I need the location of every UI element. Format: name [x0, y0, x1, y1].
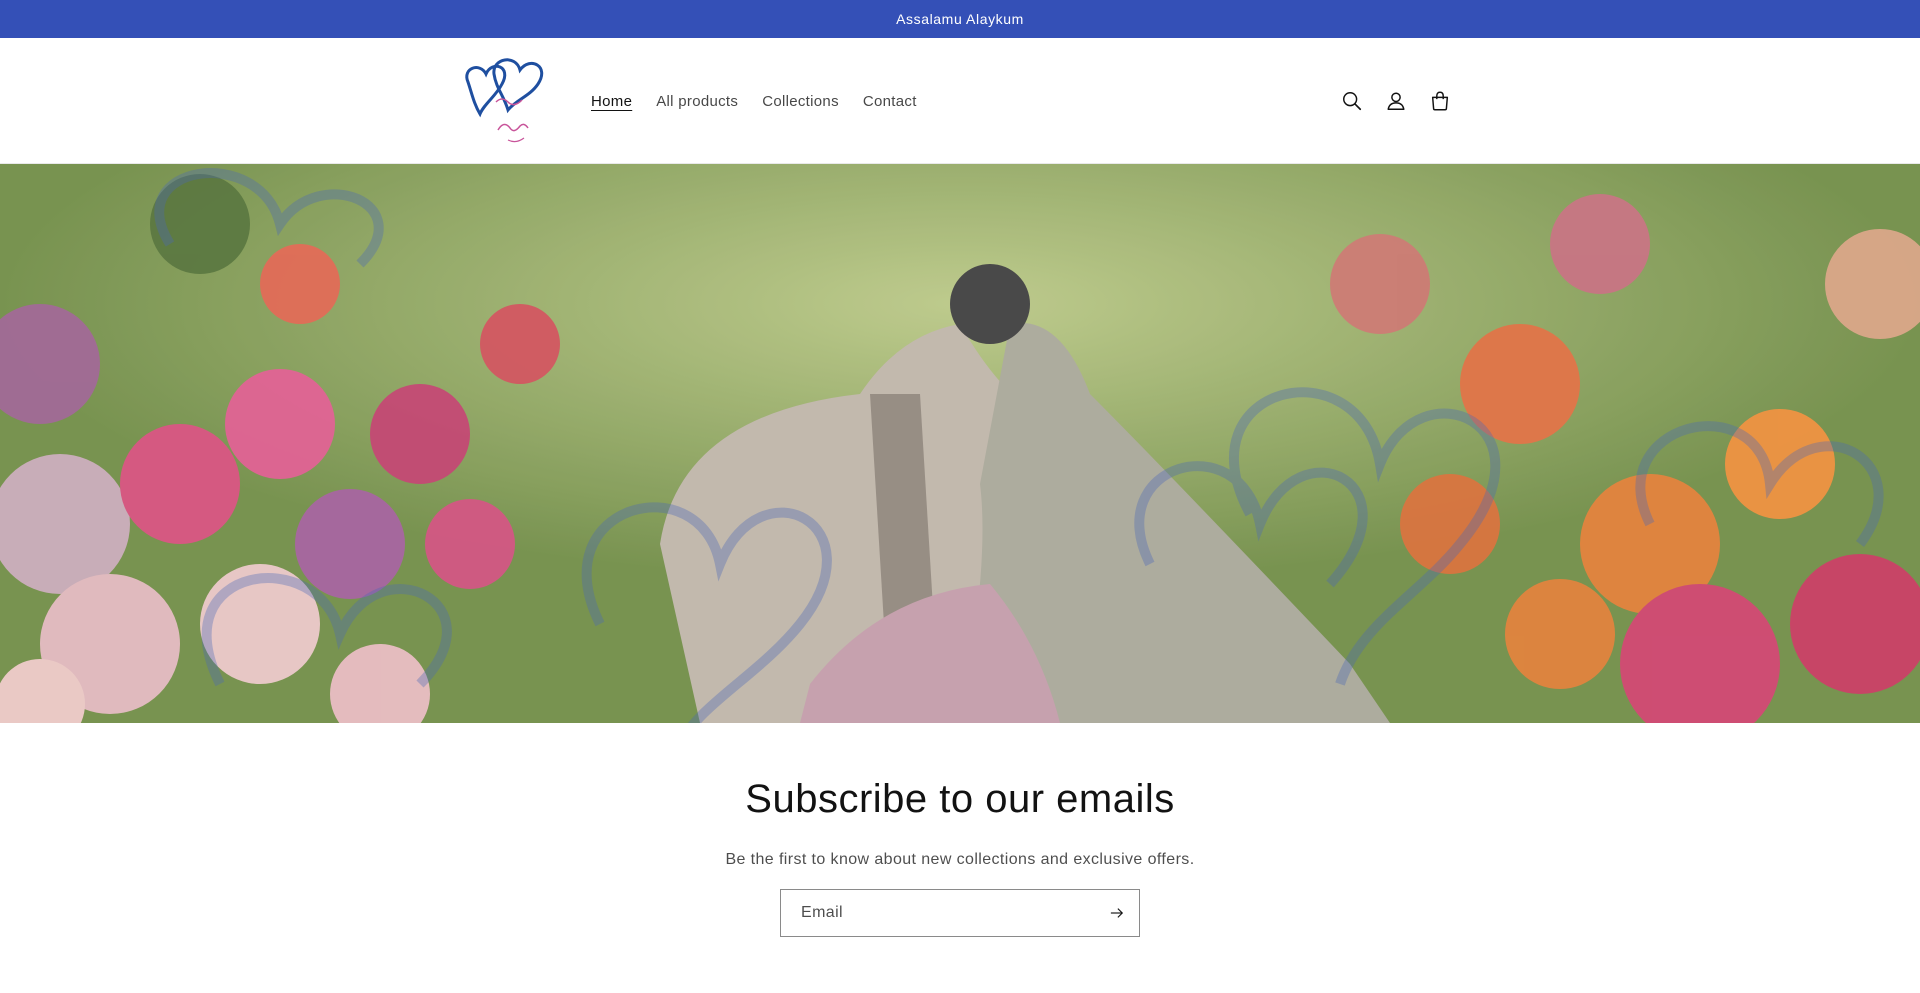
nav-contact[interactable]: Contact [851, 93, 929, 110]
nav-collections[interactable]: Collections [750, 93, 851, 110]
site-header: Home All products Collections Contact [0, 38, 1920, 164]
cart-icon [1431, 91, 1449, 111]
hero-banner[interactable] [0, 164, 1920, 723]
newsletter-title: Subscribe to our emails [745, 777, 1175, 821]
subscribe-button[interactable] [1095, 890, 1139, 936]
main-nav: Home All products Collections Contact [579, 38, 929, 164]
announcement-bar: Assalamu Alaykum [0, 0, 1920, 38]
announcement-text: Assalamu Alaykum [896, 11, 1024, 27]
logo[interactable] [458, 52, 546, 148]
newsletter-form [780, 889, 1140, 937]
header-icons [1330, 38, 1462, 164]
newsletter-text: Be the first to know about new collectio… [725, 851, 1195, 868]
newsletter-section: Subscribe to our emails Be the first to … [0, 723, 1920, 993]
nav-home[interactable]: Home [579, 93, 644, 110]
nav-all-products[interactable]: All products [644, 93, 750, 110]
search-button[interactable] [1330, 79, 1374, 123]
search-icon [1343, 92, 1362, 111]
account-button[interactable] [1374, 79, 1418, 123]
arrow-right-icon [1110, 908, 1124, 918]
hero-image [0, 164, 1920, 723]
cart-button[interactable] [1418, 79, 1462, 123]
email-input[interactable] [781, 890, 1095, 936]
account-icon [1387, 92, 1405, 110]
logo-icon [465, 58, 544, 143]
